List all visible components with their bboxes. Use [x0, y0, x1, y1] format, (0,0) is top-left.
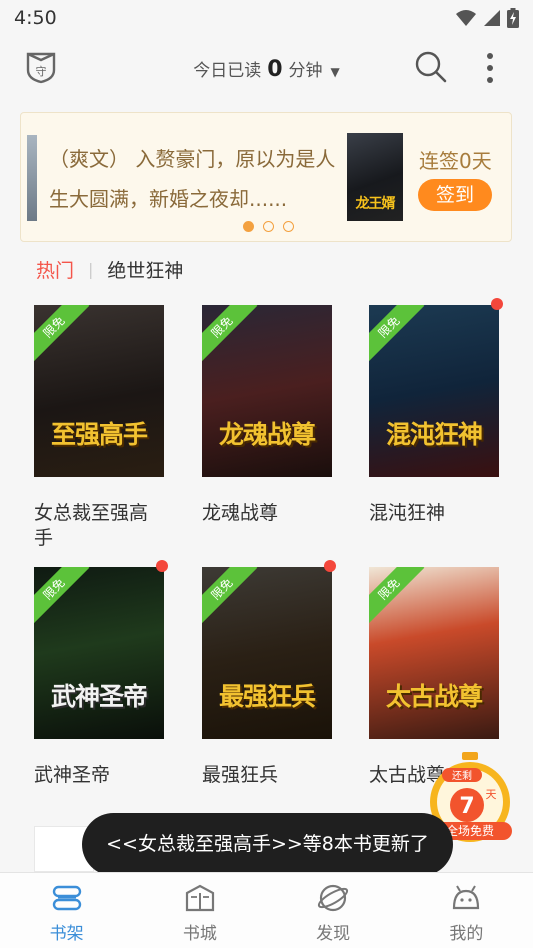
banner-book-cover[interactable]: 龙王婿	[347, 133, 403, 221]
banner-text[interactable]: （爽文） 入赘豪门，原以为是人生大圆满，新婚之夜却......	[49, 139, 349, 219]
book-title[interactable]: 混沌狂神	[369, 501, 499, 526]
nav-item-discover[interactable]: 发现	[267, 873, 400, 948]
app-bar: 守 今日已读 0 分钟 ▼	[0, 36, 533, 102]
book-title[interactable]: 女总裁至强高手	[34, 501, 164, 551]
update-toast: <<女总裁至强高手>>等8本书更新了	[82, 813, 453, 876]
free-badge: 限免	[34, 567, 90, 625]
status-time: 4:50	[14, 7, 57, 29]
more-vert-icon[interactable]	[480, 50, 500, 86]
tag-current[interactable]: 绝世狂神	[107, 256, 183, 283]
update-dot	[324, 560, 336, 572]
reading-prefix: 今日已读	[193, 61, 262, 81]
free-badge: 限免	[202, 567, 258, 625]
book-cover[interactable]: 限免 太古战尊	[369, 567, 499, 739]
carousel-indicator	[243, 221, 294, 232]
carousel-dot[interactable]	[243, 221, 254, 232]
tag-hot[interactable]: 热门	[36, 256, 74, 283]
book-item[interactable]: 限免 至强高手 女总裁至强高手	[34, 305, 164, 551]
reading-time[interactable]: 今日已读 0 分钟 ▼	[0, 56, 533, 82]
book-item[interactable]: 限免 武神圣帝 武神圣帝	[34, 567, 164, 788]
book-cover-title: 武神圣帝	[50, 682, 148, 711]
book-cover[interactable]: 限免 混沌狂神	[369, 305, 499, 477]
badge-line1: 还剩	[452, 769, 472, 782]
free-badge: 限免	[202, 305, 258, 363]
book-cover[interactable]: 限免 最强狂兵	[202, 567, 332, 739]
book-cover-title: 龙魂战尊	[218, 420, 316, 449]
banner-cover-title: 龙王婿	[355, 196, 396, 212]
signal-icon	[484, 10, 500, 26]
banner-prev-cover	[27, 135, 37, 221]
profile-icon	[453, 885, 480, 910]
free-badge: 限免	[369, 567, 425, 625]
nav-label: 发现	[316, 924, 351, 944]
book-cover[interactable]: 限免 龙魂战尊	[202, 305, 332, 477]
badge-line2: 全场免费	[446, 823, 494, 838]
book-cover-title: 太古战尊	[385, 682, 483, 711]
free-badge: 限免	[34, 305, 90, 363]
book-cover-title: 至强高手	[50, 420, 148, 449]
nav-item-bookshelf[interactable]: 书架	[0, 873, 133, 948]
search-icon[interactable]	[414, 50, 448, 84]
book-title[interactable]: 龙魂战尊	[202, 501, 332, 526]
tag-divider: |	[88, 260, 94, 279]
book-cover[interactable]: 限免 武神圣帝	[34, 567, 164, 739]
nav-label: 书城	[182, 924, 217, 944]
carousel-dot[interactable]	[263, 221, 274, 232]
book-item[interactable]: 限免 混沌狂神 混沌狂神	[369, 305, 499, 526]
badge-day-unit: 天	[486, 788, 497, 801]
nav-item-bookstore[interactable]: 书城	[133, 873, 266, 948]
status-icons	[455, 8, 519, 28]
book-cover-title: 最强狂兵	[218, 682, 316, 711]
book-title[interactable]: 武神圣帝	[34, 763, 164, 788]
nav-label: 我的	[449, 924, 484, 944]
book-title[interactable]: 最强狂兵	[202, 763, 332, 788]
nav-label: 书架	[49, 924, 84, 944]
bookstore-icon	[185, 884, 214, 912]
status-bar: 4:50	[0, 0, 533, 36]
update-dot	[156, 560, 168, 572]
planet-icon	[318, 884, 349, 912]
category-tags: 热门 | 绝世狂神	[36, 256, 183, 283]
free-badge: 限免	[369, 305, 425, 363]
nav-item-profile[interactable]: 我的	[400, 873, 533, 948]
reading-unit: 分钟	[288, 61, 323, 81]
signin-button[interactable]: 签到	[418, 179, 492, 211]
signin-streak: 连签0天	[419, 149, 492, 173]
bottom-nav: 书架 书城 发现 我的	[0, 872, 533, 948]
badge-days: 7	[459, 794, 474, 819]
book-cover[interactable]: 限免 至强高手	[34, 305, 164, 477]
recommend-banner[interactable]: （爽文） 入赘豪门，原以为是人生大圆满，新婚之夜却...... 龙王婿 连签0天…	[20, 112, 512, 242]
bookshelf-icon	[52, 885, 81, 911]
book-item[interactable]: 限免 龙魂战尊 龙魂战尊	[202, 305, 332, 526]
wifi-icon	[456, 10, 476, 26]
carousel-dot[interactable]	[283, 221, 294, 232]
book-item[interactable]: 限免 最强狂兵 最强狂兵	[202, 567, 332, 788]
book-cover-title: 混沌狂神	[385, 420, 483, 449]
update-dot	[491, 298, 503, 310]
battery-icon	[507, 8, 519, 28]
dropdown-caret-icon: ▼	[330, 65, 340, 79]
reading-value: 0	[267, 57, 283, 82]
